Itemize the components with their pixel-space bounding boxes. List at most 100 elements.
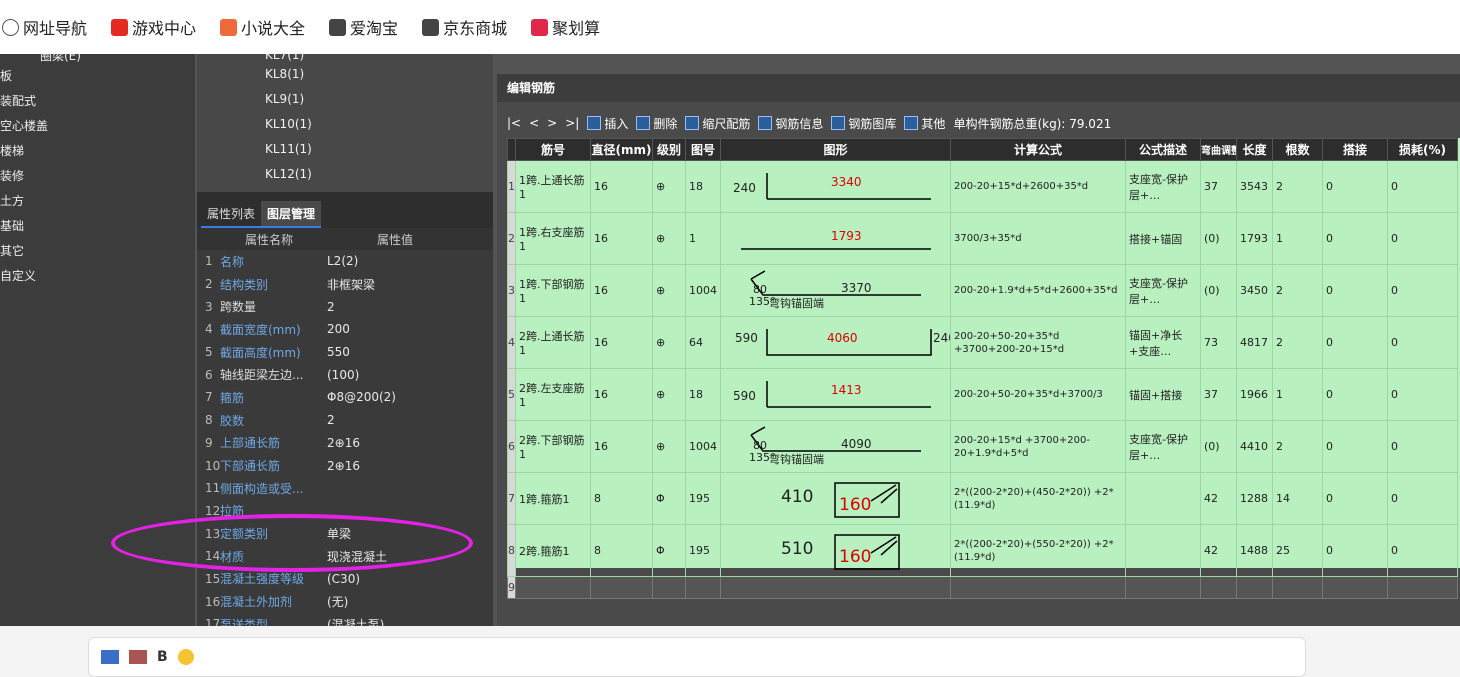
bookmark-5[interactable]: 聚划算 xyxy=(531,15,600,39)
property-row[interactable]: 4 截面宽度(mm) 200 xyxy=(197,318,493,341)
property-row[interactable]: 2 结构类别 非框架梁 xyxy=(197,273,493,296)
description[interactable]: 支座宽-保护层+… xyxy=(1125,264,1201,317)
diameter[interactable]: 16 xyxy=(590,316,653,369)
nav-1[interactable]: < xyxy=(529,116,539,130)
bend-adjust[interactable]: 42 xyxy=(1200,472,1237,525)
property-value[interactable]: (混凝土泵) xyxy=(327,616,493,626)
bookmark-0[interactable]: 网址导航 xyxy=(2,15,87,39)
lap[interactable]: 0 xyxy=(1322,368,1388,421)
bookmark-4[interactable]: 京东商城 xyxy=(422,15,507,39)
property-row[interactable]: 17 泵送类型 (混凝土泵) xyxy=(197,613,493,626)
figure-no[interactable]: 64 xyxy=(685,316,721,369)
property-value[interactable]: 2 xyxy=(327,300,493,314)
property-value[interactable]: 200 xyxy=(327,322,493,336)
diameter[interactable]: 8 xyxy=(590,524,653,577)
nav-item[interactable]: 装修 xyxy=(0,164,195,189)
count[interactable]: 14 xyxy=(1272,472,1323,525)
col-header[interactable]: 图号 xyxy=(685,138,721,161)
nav-item[interactable]: 圈梁(E) xyxy=(0,54,195,64)
property-row[interactable]: 10 下部通长筋 2⊕16 xyxy=(197,454,493,477)
nav-item[interactable]: 自定义 xyxy=(0,264,195,289)
grade[interactable]: ⊕ xyxy=(652,212,686,265)
nav-3[interactable]: >| xyxy=(565,116,579,130)
diameter[interactable]: 16 xyxy=(590,264,653,317)
col-header[interactable]: 筋号 xyxy=(515,138,591,161)
bar-name[interactable]: 2跨.箍筋1 xyxy=(515,524,591,577)
bend-adjust[interactable]: 37 xyxy=(1200,160,1237,213)
property-row[interactable]: 5 截面高度(mm) 550 xyxy=(197,341,493,364)
rebar-row[interactable]: 5 2跨.左支座筋1 16 ⊕ 18 590 1413 200-20+50-20+35*d+3… xyxy=(507,368,1458,421)
figure-no[interactable]: 195 xyxy=(685,524,721,577)
lap[interactable]: 0 xyxy=(1322,524,1388,577)
figure-no[interactable]: 18 xyxy=(685,368,721,421)
nav-item[interactable]: 其它 xyxy=(0,239,195,264)
lap[interactable]: 0 xyxy=(1322,212,1388,265)
rebar-row[interactable]: 1 1跨.上通长筋1 16 ⊕ 18 240 3340 200-20+15*d+2600+35… xyxy=(507,160,1458,213)
delete-button[interactable]: 删除 xyxy=(636,115,677,132)
length[interactable]: 4817 xyxy=(1236,316,1273,369)
length[interactable]: 4410 xyxy=(1236,420,1273,473)
grade[interactable]: ⊕ xyxy=(652,316,686,369)
info-button[interactable]: 钢筋信息 xyxy=(758,115,823,132)
length[interactable]: 3450 xyxy=(1236,264,1273,317)
nav-item[interactable]: 楼梯 xyxy=(0,139,195,164)
bar-name[interactable]: 2跨.下部钢筋1 xyxy=(515,420,591,473)
formula[interactable]: 200-20+50-20+35*d +3700+200-20+15*d xyxy=(950,316,1126,369)
formula[interactable]: 3700/3+35*d xyxy=(950,212,1126,265)
scale-button[interactable]: 缩尺配筋 xyxy=(685,115,750,132)
component-item[interactable]: KL12(1) xyxy=(197,162,493,187)
tab-0[interactable]: 属性列表 xyxy=(201,201,262,228)
tab-1[interactable]: 图层管理 xyxy=(261,201,322,228)
col-header[interactable]: 根数 xyxy=(1272,138,1323,161)
formula[interactable]: 2*((200-2*20)+(450-2*20)) +2*(11.9*d) xyxy=(950,472,1126,525)
lap[interactable]: 0 xyxy=(1322,264,1388,317)
lap[interactable]: 0 xyxy=(1322,472,1388,525)
rebar-row[interactable]: 7 1跨.箍筋1 8 Φ 195 410 160 2*((200-2*20)+(450-2*2… xyxy=(507,472,1458,525)
description[interactable] xyxy=(1125,472,1201,525)
grade[interactable]: Φ xyxy=(652,472,686,525)
col-header[interactable]: 长度 xyxy=(1236,138,1273,161)
formula[interactable]: 200-20+15*d+2600+35*d xyxy=(950,160,1126,213)
grade[interactable]: ⊕ xyxy=(652,264,686,317)
property-value[interactable]: L2(2) xyxy=(327,254,493,268)
col-header[interactable]: 搭接 xyxy=(1322,138,1388,161)
figure-no[interactable]: 1 xyxy=(685,212,721,265)
bend-adjust[interactable]: 73 xyxy=(1200,316,1237,369)
count[interactable]: 1 xyxy=(1272,212,1323,265)
grade[interactable]: ⊕ xyxy=(652,160,686,213)
lap[interactable]: 0 xyxy=(1322,160,1388,213)
grade[interactable]: ⊕ xyxy=(652,368,686,421)
figure-no[interactable]: 195 xyxy=(685,472,721,525)
bookmark-1[interactable]: 游戏中心 xyxy=(111,15,196,39)
lap[interactable]: 0 xyxy=(1322,420,1388,473)
property-value[interactable]: (C30) xyxy=(327,572,493,586)
loss[interactable]: 0 xyxy=(1387,212,1458,265)
diameter[interactable]: 8 xyxy=(590,472,653,525)
col-header[interactable]: 公式描述 xyxy=(1125,138,1201,161)
property-value[interactable]: 2⊕16 xyxy=(327,459,493,473)
col-header[interactable]: 损耗(%) xyxy=(1387,138,1458,161)
length[interactable]: 1488 xyxy=(1236,524,1273,577)
loss[interactable]: 0 xyxy=(1387,368,1458,421)
lap[interactable]: 0 xyxy=(1322,316,1388,369)
nav-2[interactable]: > xyxy=(547,116,557,130)
count[interactable]: 2 xyxy=(1272,420,1323,473)
figure-no[interactable]: 1004 xyxy=(685,264,721,317)
bend-adjust[interactable]: 42 xyxy=(1200,524,1237,577)
component-item[interactable]: KL8(1) xyxy=(197,62,493,87)
grade[interactable]: ⊕ xyxy=(652,420,686,473)
loss[interactable]: 0 xyxy=(1387,524,1458,577)
count[interactable]: 1 xyxy=(1272,368,1323,421)
component-item[interactable]: KL10(1) xyxy=(197,112,493,137)
loss[interactable]: 0 xyxy=(1387,160,1458,213)
length[interactable]: 1966 xyxy=(1236,368,1273,421)
bar-name[interactable]: 1跨.箍筋1 xyxy=(515,472,591,525)
formula[interactable]: 2*((200-2*20)+(550-2*20)) +2*(11.9*d) xyxy=(950,524,1126,577)
property-row[interactable]: 9 上部通长筋 2⊕16 xyxy=(197,432,493,455)
col-header[interactable]: 弯曲调整 xyxy=(1200,138,1237,161)
bend-adjust[interactable]: (0) xyxy=(1200,264,1237,317)
bold-button[interactable]: B xyxy=(157,649,168,665)
library-button[interactable]: 钢筋图库 xyxy=(831,115,896,132)
loss[interactable]: 0 xyxy=(1387,420,1458,473)
property-value[interactable]: 非框架梁 xyxy=(327,276,493,293)
